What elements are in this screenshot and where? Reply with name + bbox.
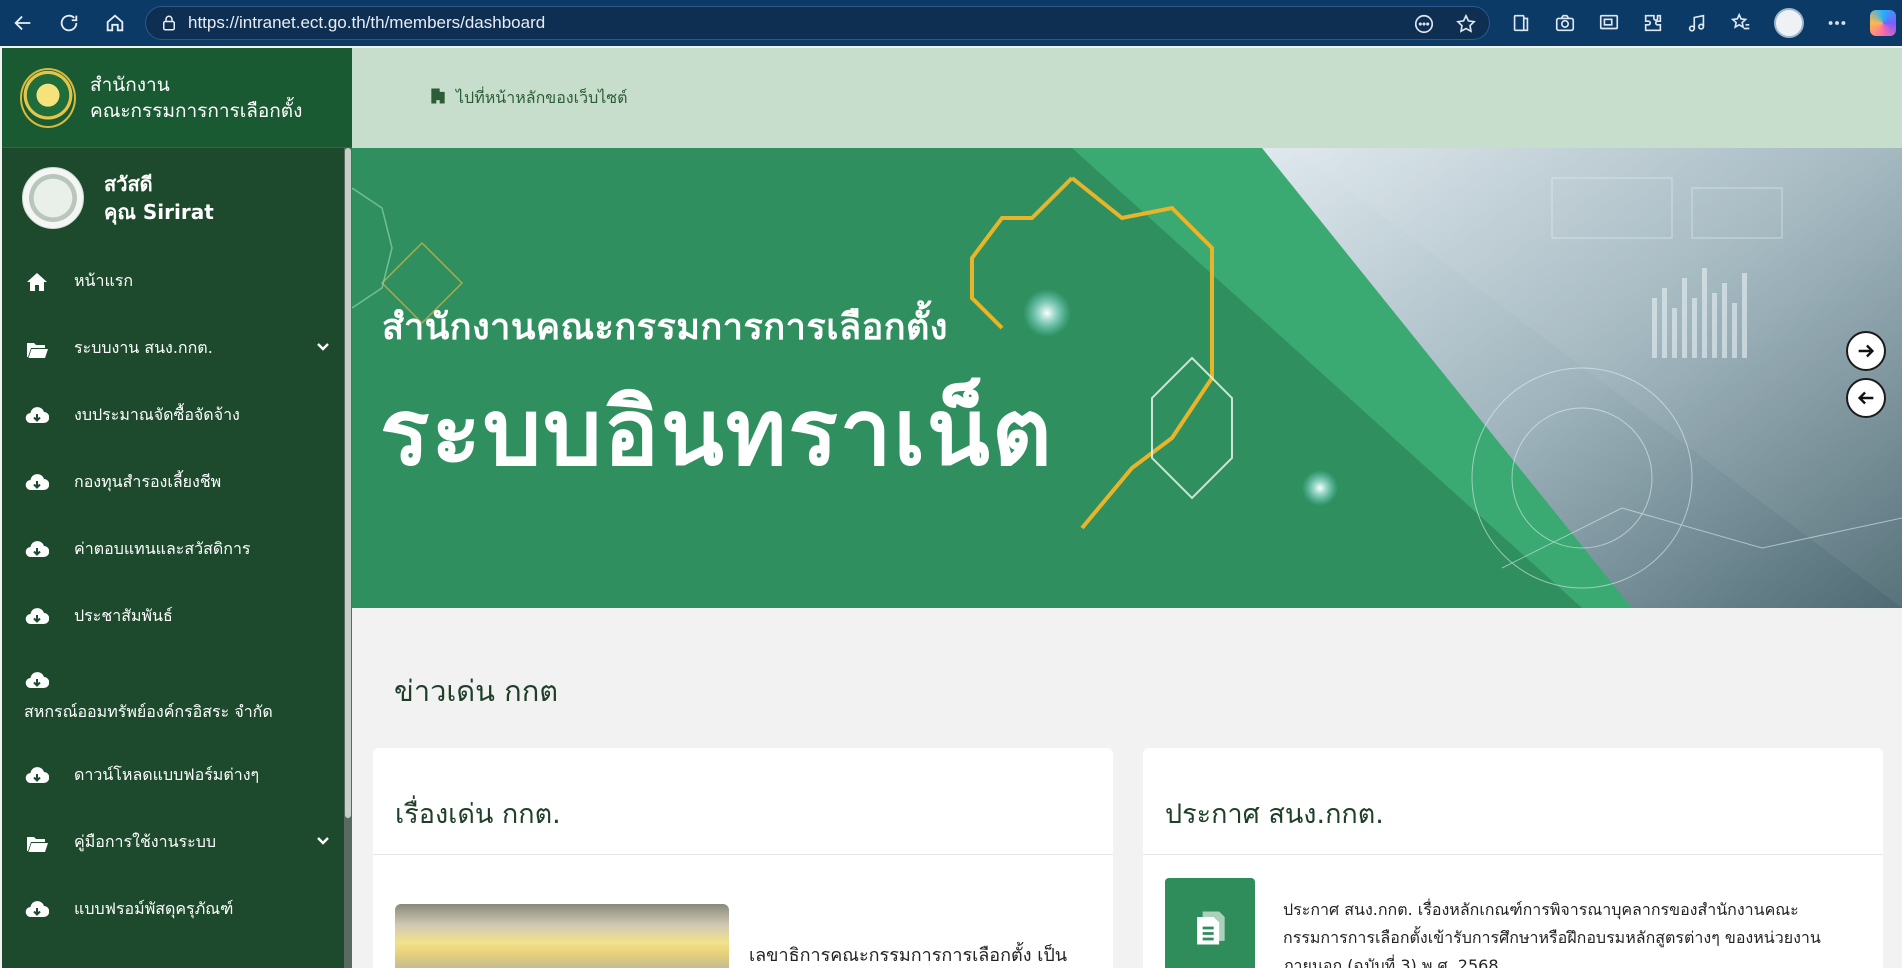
sidebar-item-label: ประชาสัมพันธ์	[74, 606, 173, 625]
split-screen-icon[interactable]	[1598, 12, 1620, 34]
sidebar-item-procurement[interactable]: งบประมาณจัดซื้อจัดจ้าง	[2, 382, 352, 449]
browser-toolbar: https://intranet.ect.go.th/th/members/da…	[0, 0, 1902, 46]
sidebar-item-supplies-forms[interactable]: แบบฟรอม์พัสดุครุภัณฑ์	[2, 876, 352, 943]
more-menu-icon[interactable]	[1826, 12, 1848, 34]
cloud-download-icon	[24, 763, 50, 789]
arrow-left-icon	[14, 15, 31, 31]
refresh-icon	[60, 14, 78, 32]
folder-open-icon	[24, 830, 50, 856]
arrow-left-icon	[1857, 391, 1874, 405]
sidebar-item-download-forms[interactable]: ดาวน์โหลดแบบฟอร์มต่างๆ	[2, 742, 352, 809]
cloud-download-icon	[24, 668, 50, 694]
cloud-download-icon	[24, 897, 50, 923]
user-block: สวัสดี คุณ Sirirat	[2, 148, 352, 248]
url-text: https://intranet.ect.go.th/th/members/da…	[188, 13, 546, 32]
cloud-download-icon	[24, 537, 50, 563]
sidebar-item-home[interactable]: หน้าแรก	[2, 248, 352, 315]
user-greeting: สวัสดี คุณ Sirirat	[104, 170, 214, 226]
card-title: เรื่องเด่น กกต.	[395, 799, 561, 830]
refresh-button[interactable]	[46, 0, 92, 46]
favorites-list-icon[interactable]	[1730, 12, 1752, 34]
sidebar-item-label: สหกรณ์ออมทรัพย์องค์กรอิสระ จำกัด	[24, 701, 273, 721]
lock-icon	[163, 15, 175, 31]
copilot-icon[interactable]	[1870, 10, 1896, 36]
home-outline-icon	[106, 14, 124, 32]
sidebar-item-label: คู่มือการใช้งานระบบ	[74, 832, 217, 851]
hero-banner: สำนักงานคณะกรรมการการเลือกตั้ง ระบบอินทร…	[352, 148, 1902, 608]
document-icon	[1165, 878, 1255, 968]
sidebar-header: สำนักงาน คณะกรรมการการเลือกตั้ง	[2, 48, 352, 148]
announcement-text[interactable]: ประกาศ สนง.กกต. เรื่องหลักเกณฑ์การพิจารณ…	[1283, 896, 1863, 968]
ect-logo	[20, 67, 76, 128]
content-topbar: ไปที่หน้าหลักของเว็บไซต์	[352, 48, 1902, 148]
banner-subtitle: สำนักงานคณะกรรมการการเลือกตั้ง	[382, 307, 948, 348]
folder-open-icon	[24, 336, 50, 362]
user-avatar	[22, 167, 84, 229]
sidebar-item-savings-cooperative[interactable]: สหกรณ์ออมทรัพย์องค์กรอิสระ จำกัด	[2, 650, 352, 742]
cloud-download-icon	[24, 604, 50, 630]
org-name: สำนักงาน คณะกรรมการการเลือกตั้ง	[90, 72, 302, 124]
sidebar-item-label: งบประมาณจัดซื้อจัดจ้าง	[74, 405, 240, 424]
browser-profile-avatar[interactable]	[1774, 8, 1804, 38]
sidebar-item-user-manual[interactable]: คู่มือการใช้งานระบบ	[2, 809, 352, 876]
card-divider	[373, 854, 1113, 855]
extension-document-icon[interactable]	[1510, 12, 1532, 34]
card-title: ประกาศ สนง.กกต.	[1165, 799, 1384, 830]
sidebar-item-label: ระบบงาน สนง.กกต.	[74, 338, 213, 357]
card-divider	[1143, 854, 1883, 855]
address-bar[interactable]: https://intranet.ect.go.th/th/members/da…	[145, 6, 1490, 40]
announcements-card: ประกาศ สนง.กกต. ประกาศ สนง.กกต. เรื่องหล…	[1143, 748, 1883, 968]
sidebar: สำนักงาน คณะกรรมการการเลือกตั้ง สวัสดี ค…	[2, 48, 352, 968]
org-name-line2: คณะกรรมการการเลือกตั้ง	[90, 99, 303, 122]
cloud-download-icon	[24, 470, 50, 496]
sidebar-item-label: ค่าตอบแทนและสวัสดิการ	[74, 539, 251, 558]
user-name: คุณ Sirirat	[104, 200, 214, 224]
back-button[interactable]	[0, 0, 46, 46]
greeting-text: สวัสดี	[104, 172, 153, 196]
banner-title: ระบบอินทราเน็ต	[380, 379, 1054, 486]
chevron-down-icon[interactable]	[316, 339, 330, 353]
sidebar-item-label: หน้าแรก	[74, 271, 134, 290]
sidebar-item-label: กองทุนสำรองเลี้ยงชีพ	[74, 472, 222, 491]
favorite-star-icon[interactable]	[1455, 13, 1477, 35]
sidebar-item-provident-fund[interactable]: กองทุนสำรองเลี้ยงชีพ	[2, 449, 352, 516]
chevron-down-icon[interactable]	[316, 833, 330, 847]
cloud-download-icon	[24, 403, 50, 429]
extensions-puzzle-icon[interactable]	[1642, 12, 1664, 34]
news-thumbnail[interactable]	[395, 904, 729, 968]
section-title: ข่าวเด่น กกต	[394, 674, 559, 708]
camera-icon[interactable]	[1554, 12, 1576, 34]
building-icon	[428, 86, 448, 110]
home-button[interactable]	[92, 0, 138, 46]
sidebar-item-label: ดาวน์โหลดแบบฟอร์มต่างๆ	[74, 765, 260, 784]
home-icon	[24, 269, 50, 295]
sidebar-item-label: แบบฟรอม์พัสดุครุภัณฑ์	[74, 899, 234, 918]
main-site-link[interactable]: ไปที่หน้าหลักของเว็บไซต์	[456, 86, 628, 111]
more-dots-icon[interactable]	[1413, 13, 1435, 35]
carousel-next-button[interactable]	[1846, 331, 1886, 371]
arrow-right-icon	[1858, 344, 1875, 358]
org-name-line1: สำนักงาน	[90, 73, 170, 96]
sidebar-menu: หน้าแรก ระบบงาน สนง.กกต. งบประมาณจัดซื้อ…	[2, 248, 352, 943]
media-music-icon[interactable]	[1686, 12, 1708, 34]
carousel-prev-button[interactable]	[1846, 378, 1886, 418]
featured-news-card: เรื่องเด่น กกต. เลขาธิการคณะกรรมการการเล…	[373, 748, 1113, 968]
sidebar-item-public-relations[interactable]: ประชาสัมพันธ์	[2, 583, 352, 650]
sidebar-item-compensation[interactable]: ค่าตอบแทนและสวัสดิการ	[2, 516, 352, 583]
sidebar-item-ect-systems[interactable]: ระบบงาน สนง.กกต.	[2, 315, 352, 382]
news-headline[interactable]: เลขาธิการคณะกรรมการการเลือกตั้ง เป็น	[749, 940, 1067, 968]
